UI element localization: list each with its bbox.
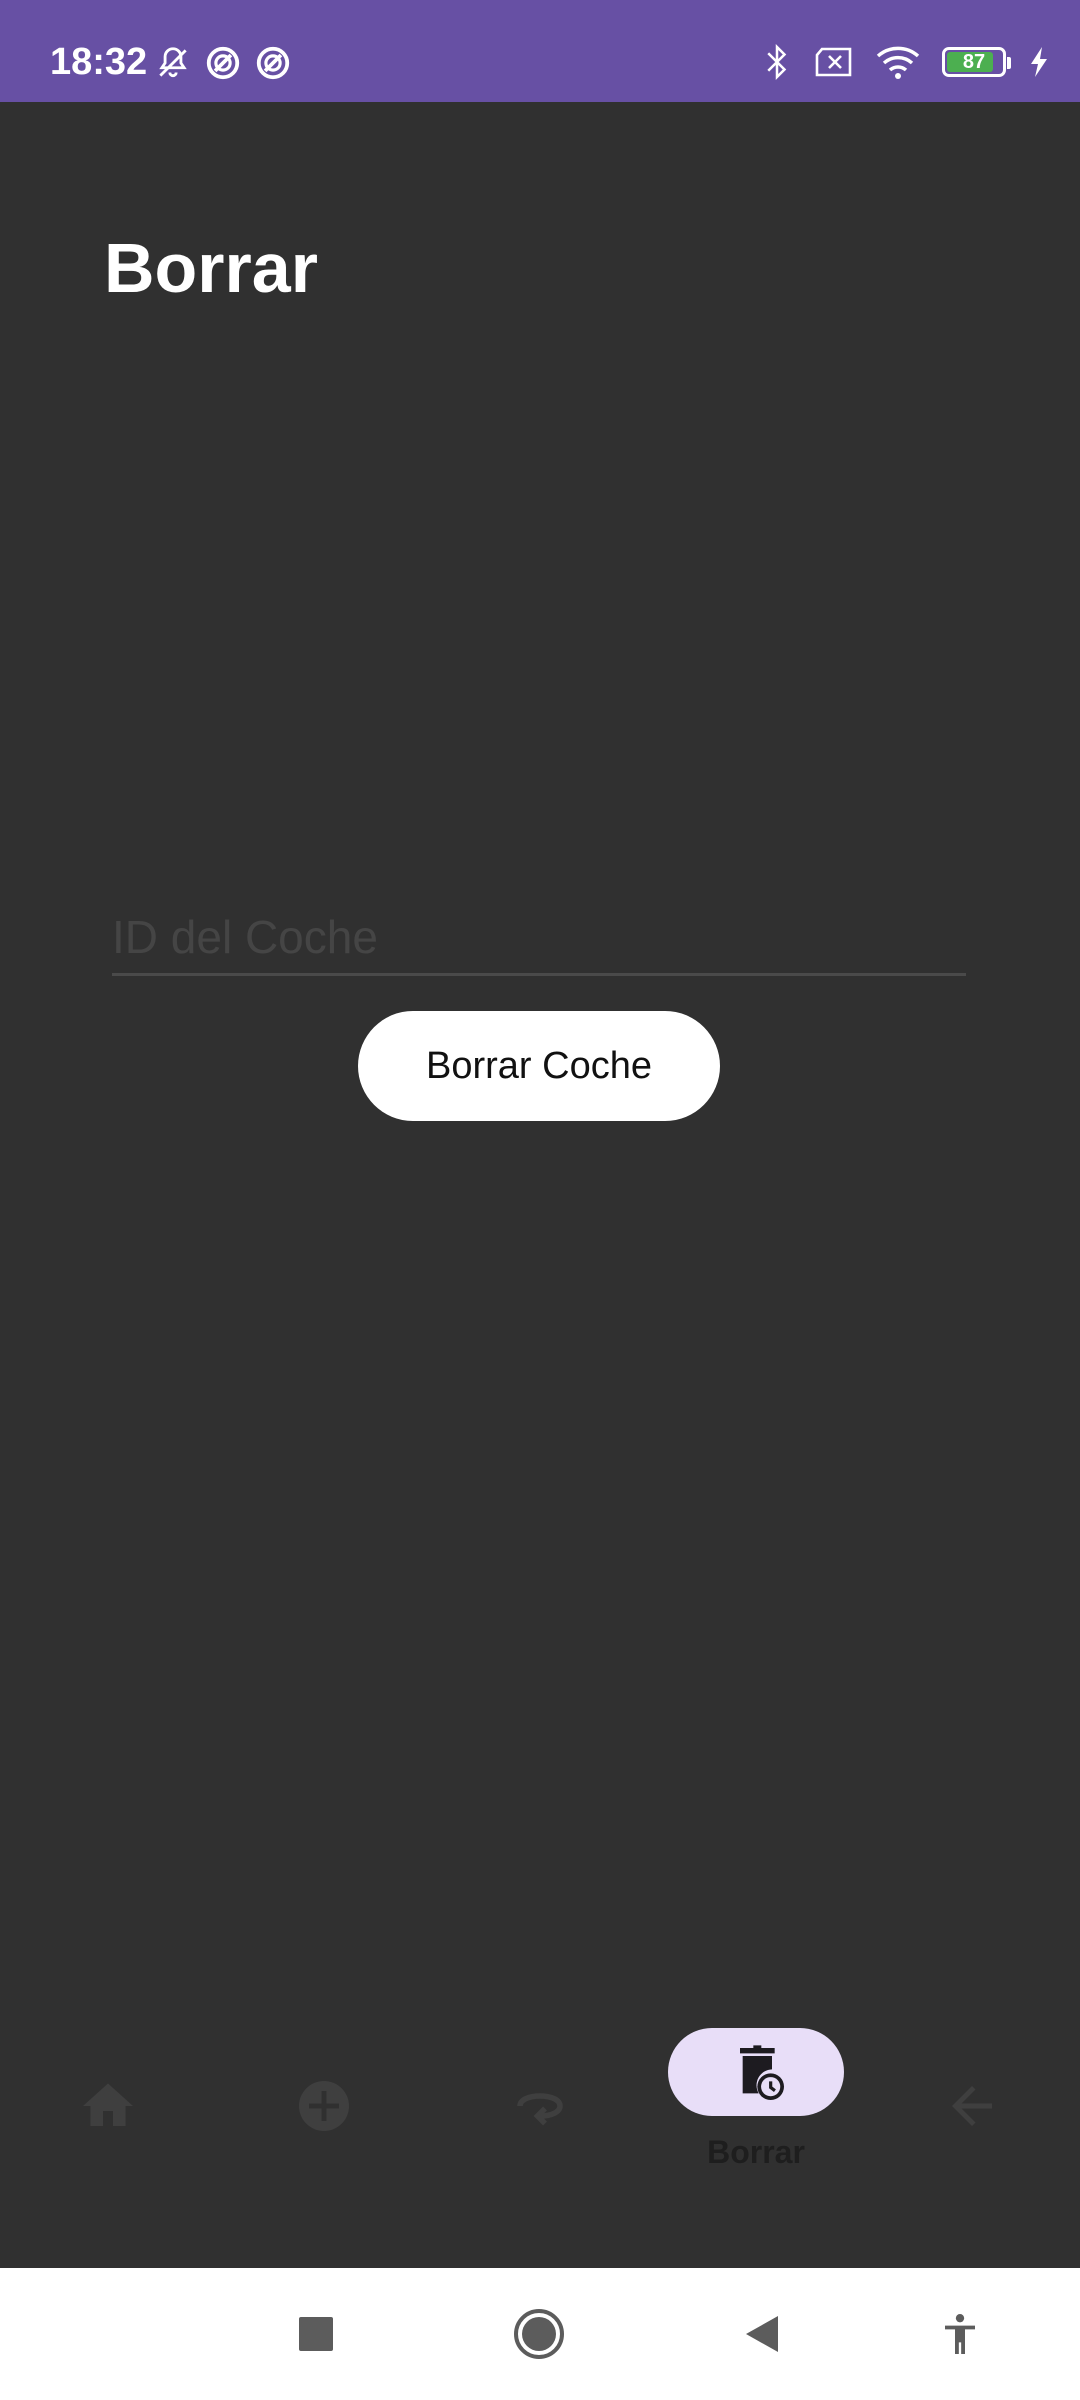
page-title: Borrar [104,229,318,307]
bottom-navigation: Borrar [0,2000,1080,2268]
nav-item-swap[interactable] [432,2000,648,2200]
sim-x-icon [815,47,852,77]
battery-icon: 87 [942,47,1011,77]
status-right-icons: 87 [762,42,1050,82]
car-id-input[interactable] [112,900,966,976]
battery-level: 87 [962,50,986,73]
delete-clock-icon [740,2045,784,2100]
home-icon [83,2083,133,2126]
nav-item-home[interactable] [0,2000,216,2200]
blocked-circle-icon [256,46,290,80]
back-triangle-icon [746,2316,778,2352]
status-left-icons [154,44,292,82]
charging-bolt-icon [1031,47,1047,77]
nav-item-back[interactable] [864,2000,1080,2200]
nav-active-indicator [668,2028,844,2116]
swap-loop-icon [517,2093,563,2126]
system-navigation-bar [0,2268,1080,2400]
home-button[interactable] [509,2304,569,2364]
accessibility-button[interactable] [930,2304,990,2364]
recents-square-icon [299,2317,333,2351]
bell-off-icon [159,47,187,78]
nav-label-borrar: Borrar [707,2134,805,2170]
wifi-icon [876,46,920,79]
accessibility-icon [945,2314,975,2354]
back-arrow-icon [952,2086,992,2126]
delete-car-button[interactable]: Borrar Coche [358,1011,720,1121]
nav-item-borrar[interactable]: Borrar [648,2000,864,2200]
status-bar: 18:32 87 [0,0,1080,102]
nav-item-add[interactable] [216,2000,432,2200]
home-circle-icon [514,2309,564,2359]
status-time: 18:32 [50,41,148,83]
blocked-circle-icon [206,46,240,80]
back-button[interactable] [732,2304,792,2364]
add-circle-icon [299,2081,349,2131]
recents-button[interactable] [286,2304,346,2364]
screen: 18:32 87 Borrar ID del Coche Borrar Coch… [0,0,1080,2400]
bluetooth-icon [767,43,787,81]
